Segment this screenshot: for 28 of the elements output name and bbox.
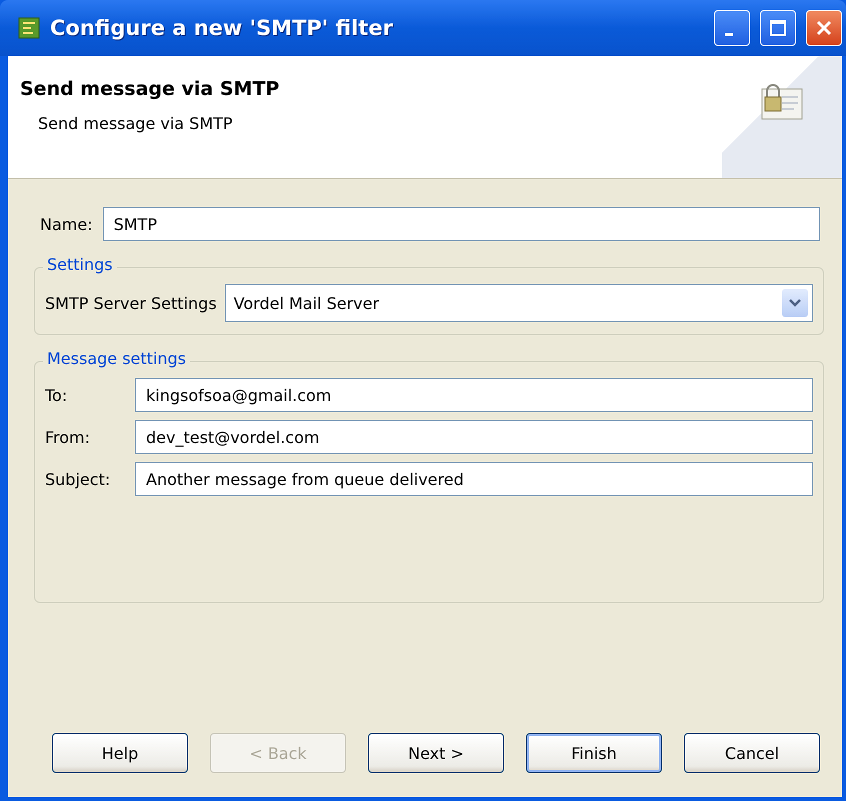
dialog-button[interactable]: Help bbox=[52, 733, 188, 773]
window-title: Configure a new 'SMTP' filter bbox=[50, 16, 394, 40]
minimize-icon bbox=[725, 32, 733, 36]
page-description: Send message via SMTP bbox=[37, 114, 234, 133]
minimize-button[interactable] bbox=[714, 10, 750, 46]
chevron-down-icon bbox=[789, 299, 801, 307]
input-field[interactable]: dev_test@vordel.com bbox=[135, 420, 813, 454]
server-dropdown[interactable]: Vordel Mail Server bbox=[224, 284, 813, 322]
dialog-button[interactable]: Finish bbox=[526, 733, 662, 773]
close-button[interactable] bbox=[806, 10, 842, 46]
name-field[interactable]: SMTP bbox=[102, 207, 820, 241]
group-title: Message settings bbox=[43, 349, 190, 368]
app-icon bbox=[18, 17, 40, 39]
secure-message-icon bbox=[760, 81, 804, 121]
maximize-button[interactable] bbox=[760, 10, 796, 46]
group-title: Settings bbox=[43, 255, 117, 274]
maximize-icon bbox=[769, 19, 787, 37]
dialog-button[interactable]: Next > bbox=[368, 733, 504, 773]
field-label: Subject: bbox=[45, 470, 112, 488]
input-field[interactable]: kingsofsoa@gmail.com bbox=[135, 378, 813, 412]
field-label: SMTP Server Settings bbox=[45, 294, 217, 312]
field-label: Name: bbox=[40, 214, 93, 234]
close-icon bbox=[815, 19, 833, 37]
field-label: To: bbox=[45, 386, 68, 404]
input-field[interactable]: Another message from queue delivered bbox=[135, 462, 813, 496]
page-title: Send message via SMTP bbox=[20, 78, 280, 100]
field-label: From: bbox=[45, 428, 92, 446]
dialog-button[interactable]: Cancel bbox=[684, 733, 820, 773]
